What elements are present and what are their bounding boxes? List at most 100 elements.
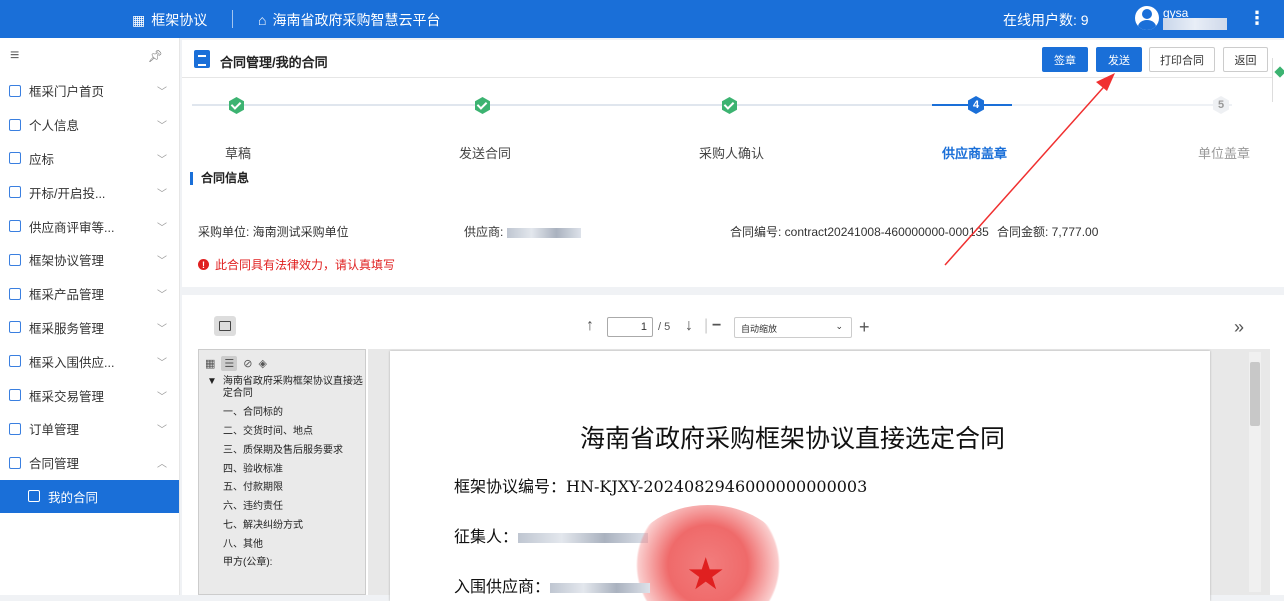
sign-button[interactable]: 签章	[1042, 47, 1088, 72]
section-divider	[182, 287, 1284, 295]
sidebar-item-opening[interactable]: 开标/开启投... ﹀	[0, 175, 179, 209]
service-icon	[9, 321, 21, 334]
print-contract-button[interactable]: 打印合同	[1149, 47, 1215, 72]
document-icon	[194, 50, 210, 68]
sidebar-toggle-icon[interactable]	[214, 316, 236, 336]
steps-pending-track	[1012, 104, 1232, 106]
pdf-toolbar: ↑ 1 / 5 ↓ | − 自动缩放 ⌄ + »	[182, 303, 1272, 351]
check-icon	[475, 97, 490, 114]
collector-line: 征集人：	[454, 523, 649, 547]
review-icon	[9, 220, 21, 233]
check-icon	[229, 97, 244, 114]
pdf-scrollbar[interactable]	[1249, 352, 1261, 592]
menu-toggle-icon[interactable]: ≡	[10, 47, 19, 65]
sidebar-item-agreement[interactable]: 框架协议管理 ﹀	[0, 243, 179, 277]
trade-icon	[9, 389, 21, 402]
avatar[interactable]	[1135, 6, 1159, 30]
section-title: 合同信息	[190, 172, 249, 185]
zoom-out-icon[interactable]: −	[712, 317, 721, 335]
my-contract-icon	[28, 490, 40, 503]
sidebar-item-profile[interactable]: 个人信息 ﹀	[0, 108, 179, 142]
side-float-tab[interactable]	[1272, 58, 1284, 102]
sidebar-item-service[interactable]: 框采服务管理 ﹀	[0, 311, 179, 345]
outline-item[interactable]: 六、违约责任	[199, 501, 365, 513]
sidebar-item-bid[interactable]: 应标 ﹀	[0, 142, 179, 176]
chevron-up-icon: ︿	[157, 459, 167, 471]
chevron-down-icon: ﹀	[157, 222, 167, 234]
outline-item[interactable]: 八、其他	[199, 539, 365, 551]
chevron-down-icon: ﹀	[157, 121, 167, 133]
outline-item[interactable]: 二、交货时间、地点	[199, 426, 365, 438]
grid-icon: ▦	[132, 11, 146, 28]
chevron-down-icon: ﹀	[157, 357, 167, 369]
attachment-icon[interactable]: ⊘	[243, 357, 252, 370]
outline-item[interactable]: 三、质保期及售后服务要求	[199, 445, 365, 457]
prev-page-icon[interactable]: ↑	[586, 317, 594, 335]
module-title[interactable]: ▦ 框架协议	[132, 10, 207, 30]
chevron-down-icon: ﹀	[157, 425, 167, 437]
outline-item[interactable]: 五、付款期限	[199, 482, 365, 494]
chevron-down-icon: ﹀	[157, 391, 167, 403]
divider	[232, 10, 233, 28]
sidebar-item-trade[interactable]: 框采交易管理 ﹀	[0, 378, 179, 412]
outline-item[interactable]: 七、解决纠纷方式	[199, 520, 365, 532]
supplier-blurred	[506, 227, 581, 238]
legal-warning: ! 此合同具有法律效力，请认真填写	[198, 256, 395, 273]
bid-icon	[9, 152, 21, 165]
layers-icon[interactable]: ◈	[259, 357, 267, 370]
chevron-down-icon: ﹀	[157, 323, 167, 335]
toolbar-separator: |	[704, 317, 709, 334]
official-seal: ★	[628, 505, 788, 601]
zoom-in-icon[interactable]: +	[859, 317, 870, 338]
pdf-page: 海南省政府采购框架协议直接选定合同 框架协议编号：HN-KJXY-2024082…	[390, 351, 1210, 601]
sidebar-item-contracts[interactable]: 合同管理 ︿	[0, 446, 179, 480]
check-icon	[722, 97, 737, 114]
page-number-input[interactable]: 1	[607, 317, 653, 337]
zoom-select[interactable]: 自动缩放 ⌄	[734, 317, 852, 338]
scrollbar-thumb[interactable]	[1250, 362, 1260, 426]
star-icon: ★	[686, 550, 726, 599]
supplier-icon	[9, 355, 21, 368]
contract-amount: 合同金额: 7,777.00	[997, 225, 1099, 239]
sidebar-item-my-contracts[interactable]: 我的合同	[0, 479, 179, 514]
supplier-name-blurred	[550, 582, 651, 593]
chevron-down-icon: ﹀	[157, 87, 167, 99]
top-bar: ▦ 框架协议 ⌂ 海南省政府采购智慧云平台 在线用户数: 9 gysa ⋮	[0, 0, 1284, 38]
sidebar-item-review[interactable]: 供应商评审等... ﹀	[0, 209, 179, 243]
sidebar: ≡ 📌︎ 框采门户首页 ﹀ 个人信息 ﹀ 应标 ﹀ 开标/开启投... ﹀ 供应商评审等.…	[0, 38, 180, 595]
sidebar-item-supplier[interactable]: 框采入围供应... ﹀	[0, 344, 179, 378]
outline-item[interactable]: 一、合同标的	[199, 407, 365, 419]
more-menu-icon[interactable]: ⋮	[1248, 8, 1266, 29]
chevron-down-icon: ﹀	[157, 290, 167, 302]
platform-title[interactable]: ⌂ 海南省政府采购智慧云平台	[258, 10, 440, 30]
sidebar-item-product[interactable]: 框采产品管理 ﹀	[0, 277, 179, 311]
steps-track	[192, 104, 982, 106]
alert-icon: !	[198, 259, 209, 270]
tools-expand-icon[interactable]: »	[1234, 317, 1244, 338]
pin-icon[interactable]: 📌︎	[148, 49, 163, 63]
contract-icon	[9, 456, 21, 469]
contract-number: 合同编号: contract20241008-460000000-000135	[730, 225, 989, 239]
agreement-icon	[9, 253, 21, 266]
next-page-icon[interactable]: ↓	[685, 317, 693, 335]
send-button[interactable]: 发送	[1096, 47, 1142, 72]
outline-icon[interactable]: ☰	[221, 355, 238, 371]
pdf-viewer: 海南省政府采购框架协议直接选定合同 框架协议编号：HN-KJXY-2024082…	[368, 349, 1270, 601]
order-icon	[9, 422, 21, 435]
page-total: / 5	[658, 321, 671, 333]
supplier-info: 供应商:	[464, 223, 581, 240]
back-button[interactable]: 返回	[1223, 47, 1268, 72]
chevron-down-icon: ﹀	[157, 256, 167, 268]
portal-icon	[9, 84, 21, 97]
pdf-outline-panel: ▦ ☰ ⊘ ◈ ▼ 海南省政府采购框架协议直接选定合同 一、合同标的 二、交货时间…	[198, 349, 366, 595]
outline-list: ▼ 海南省政府采购框架协议直接选定合同 一、合同标的 二、交货时间、地点 三、质保…	[199, 376, 365, 569]
sidebar-item-home[interactable]: 框采门户首页 ﹀	[0, 74, 179, 108]
opening-icon	[9, 186, 21, 199]
outline-item[interactable]: 甲方(公章):	[199, 557, 365, 569]
outline-item[interactable]: 四、验收标准	[199, 464, 365, 476]
outline-root[interactable]: ▼ 海南省政府采购框架协议直接选定合同	[199, 376, 365, 399]
sidebar-item-orders[interactable]: 订单管理 ﹀	[0, 412, 179, 446]
agreement-number: 框架协议编号：HN-KJXY-2024082946000000000003	[454, 477, 868, 496]
thumbnail-icon[interactable]: ▦	[205, 357, 215, 370]
online-users: 在线用户数: 9	[1003, 12, 1089, 28]
